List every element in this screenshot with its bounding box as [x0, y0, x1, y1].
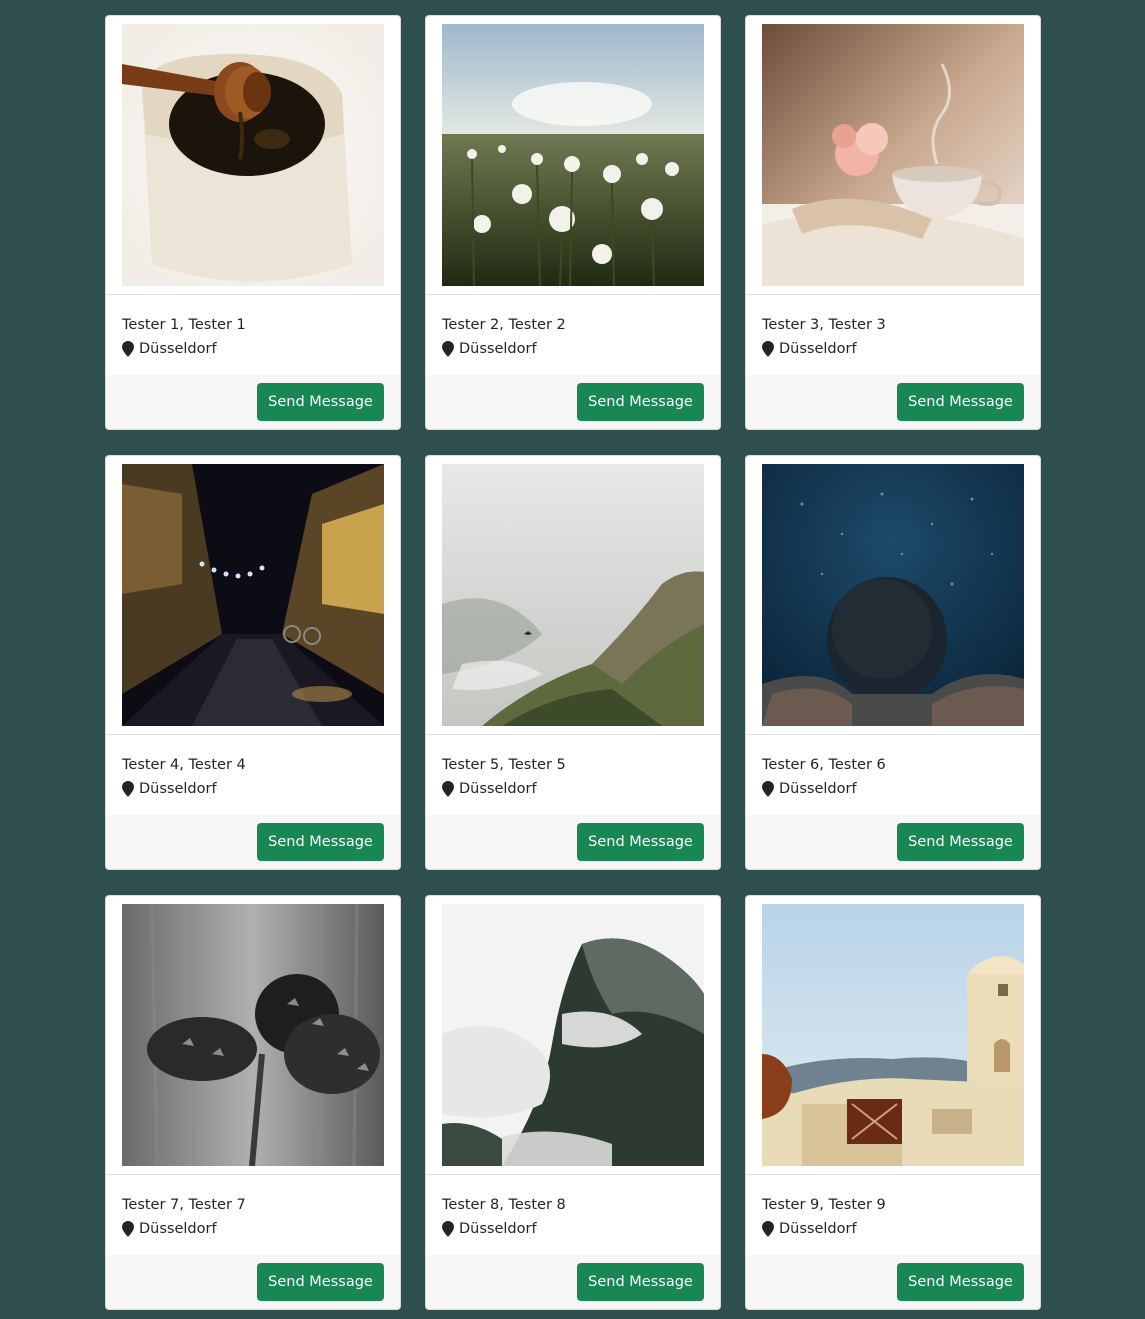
user-location: Düsseldorf [442, 339, 704, 359]
user-name: Tester 4, Tester 4 [122, 757, 246, 773]
user-location: Düsseldorf [442, 1219, 704, 1239]
location-label: Düsseldorf [779, 1221, 857, 1237]
user-location: Düsseldorf [122, 339, 384, 359]
card-body: Tester 2, Tester 2 Düsseldorf [426, 295, 720, 375]
send-message-button[interactable]: Send Message [257, 823, 384, 861]
map-pin-icon [762, 781, 774, 797]
location-label: Düsseldorf [139, 1221, 217, 1237]
user-location: Düsseldorf [442, 779, 704, 799]
map-pin-icon [762, 341, 774, 357]
user-card: Tester 4, Tester 4 Düsseldorf Send Messa… [105, 455, 401, 870]
user-name: Tester 3, Tester 3 [762, 317, 886, 333]
user-card: Tester 7, Tester 7 Düsseldorf Send Messa… [105, 895, 401, 1310]
card-body: Tester 8, Tester 8 Düsseldorf [426, 1175, 720, 1255]
card-footer: Send Message [106, 815, 400, 869]
user-name: Tester 6, Tester 6 [762, 757, 886, 773]
location-label: Düsseldorf [139, 341, 217, 357]
user-card: Tester 2, Tester 2 Düsseldorf Send Messa… [425, 15, 721, 430]
user-name: Tester 7, Tester 7 [122, 1197, 246, 1213]
user-card: Tester 9, Tester 9 Düsseldorf Send Messa… [745, 895, 1041, 1310]
user-name: Tester 5, Tester 5 [442, 757, 566, 773]
card-footer: Send Message [426, 1255, 720, 1309]
user-location: Düsseldorf [762, 1219, 1024, 1239]
send-message-button[interactable]: Send Message [577, 383, 704, 421]
map-pin-icon [442, 341, 454, 357]
user-photo [762, 464, 1024, 726]
card-footer: Send Message [746, 815, 1040, 869]
user-photo [762, 904, 1024, 1166]
location-label: Düsseldorf [459, 781, 537, 797]
location-label: Düsseldorf [779, 341, 857, 357]
card-image-area [746, 456, 1040, 735]
send-message-button[interactable]: Send Message [577, 823, 704, 861]
card-footer: Send Message [106, 1255, 400, 1309]
user-card-grid: Tester 1, Tester 1 Düsseldorf Send Messa… [105, 15, 1041, 1310]
send-message-button[interactable]: Send Message [897, 1263, 1024, 1301]
card-image-area [426, 896, 720, 1175]
user-photo [122, 24, 384, 286]
user-name: Tester 9, Tester 9 [762, 1197, 886, 1213]
card-image-area [106, 456, 400, 735]
user-name: Tester 1, Tester 1 [122, 317, 246, 333]
location-label: Düsseldorf [459, 341, 537, 357]
card-footer: Send Message [746, 375, 1040, 429]
user-card: Tester 8, Tester 8 Düsseldorf Send Messa… [425, 895, 721, 1310]
card-image-area [746, 896, 1040, 1175]
user-card: Tester 3, Tester 3 Düsseldorf Send Messa… [745, 15, 1041, 430]
send-message-button[interactable]: Send Message [257, 383, 384, 421]
user-photo [762, 24, 1024, 286]
user-location: Düsseldorf [762, 779, 1024, 799]
card-footer: Send Message [746, 1255, 1040, 1309]
user-photo [442, 904, 704, 1166]
send-message-button[interactable]: Send Message [897, 383, 1024, 421]
card-image-area [106, 16, 400, 295]
card-image-area [106, 896, 400, 1175]
card-body: Tester 3, Tester 3 Düsseldorf [746, 295, 1040, 375]
location-label: Düsseldorf [779, 781, 857, 797]
send-message-button[interactable]: Send Message [577, 1263, 704, 1301]
map-pin-icon [122, 341, 134, 357]
user-name: Tester 2, Tester 2 [442, 317, 566, 333]
card-image-area [746, 16, 1040, 295]
map-pin-icon [122, 781, 134, 797]
map-pin-icon [442, 781, 454, 797]
map-pin-icon [442, 1221, 454, 1237]
card-body: Tester 4, Tester 4 Düsseldorf [106, 735, 400, 815]
card-image-area [426, 456, 720, 735]
card-body: Tester 5, Tester 5 Düsseldorf [426, 735, 720, 815]
user-card: Tester 5, Tester 5 Düsseldorf Send Messa… [425, 455, 721, 870]
user-location: Düsseldorf [122, 1219, 384, 1239]
map-pin-icon [762, 1221, 774, 1237]
card-image-area [426, 16, 720, 295]
card-footer: Send Message [426, 375, 720, 429]
user-name: Tester 8, Tester 8 [442, 1197, 566, 1213]
card-body: Tester 9, Tester 9 Düsseldorf [746, 1175, 1040, 1255]
user-card: Tester 6, Tester 6 Düsseldorf Send Messa… [745, 455, 1041, 870]
user-photo [122, 904, 384, 1166]
send-message-button[interactable]: Send Message [257, 1263, 384, 1301]
card-footer: Send Message [106, 375, 400, 429]
user-photo [442, 464, 704, 726]
user-photo [122, 464, 384, 726]
card-footer: Send Message [426, 815, 720, 869]
user-photo [442, 24, 704, 286]
card-body: Tester 1, Tester 1 Düsseldorf [106, 295, 400, 375]
location-label: Düsseldorf [459, 1221, 537, 1237]
user-card: Tester 1, Tester 1 Düsseldorf Send Messa… [105, 15, 401, 430]
card-body: Tester 6, Tester 6 Düsseldorf [746, 735, 1040, 815]
user-location: Düsseldorf [762, 339, 1024, 359]
send-message-button[interactable]: Send Message [897, 823, 1024, 861]
location-label: Düsseldorf [139, 781, 217, 797]
map-pin-icon [122, 1221, 134, 1237]
user-location: Düsseldorf [122, 779, 384, 799]
card-body: Tester 7, Tester 7 Düsseldorf [106, 1175, 400, 1255]
